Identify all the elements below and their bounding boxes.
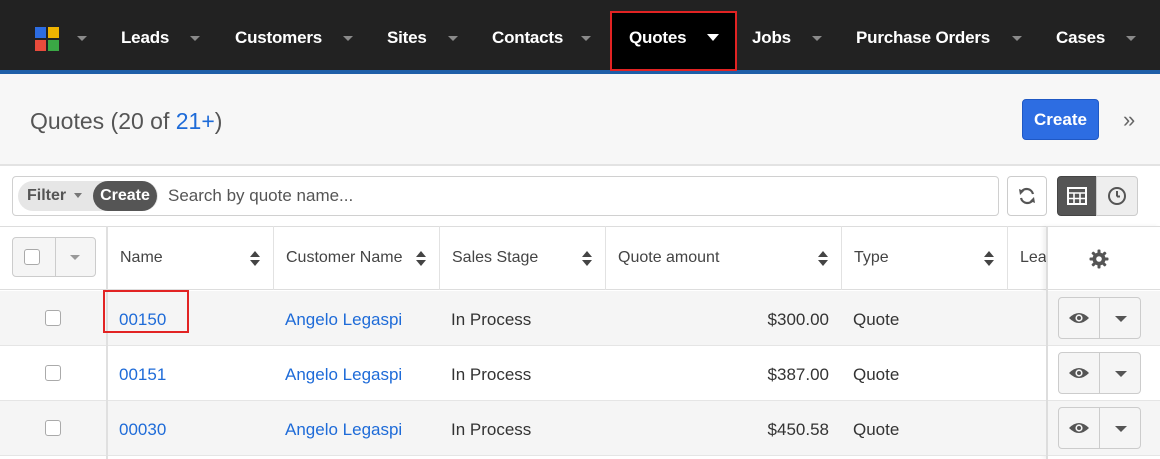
- row-checkbox[interactable]: [45, 310, 61, 326]
- logo-caret-icon[interactable]: [77, 36, 87, 41]
- eye-icon: [1069, 368, 1089, 378]
- table-grid-icon: [1067, 187, 1087, 205]
- preview-button[interactable]: [1058, 297, 1100, 339]
- row-checkbox[interactable]: [45, 420, 61, 436]
- create-filter-button[interactable]: Create: [93, 181, 157, 211]
- nav-item-jobs[interactable]: Jobs: [752, 28, 791, 48]
- record-count-link[interactable]: 21+: [176, 108, 215, 134]
- quote-amount-cell: $450.58: [767, 420, 829, 439]
- row-checkbox[interactable]: [45, 365, 61, 381]
- column-header-sales-stage[interactable]: Sales Stage: [452, 249, 538, 267]
- quote-amount-cell: $387.00: [767, 365, 829, 384]
- column-header-lead[interactable]: Lea: [1020, 249, 1047, 267]
- row-actions-dropdown[interactable]: [1099, 352, 1141, 394]
- sort-customer-name-icon[interactable]: [416, 251, 426, 267]
- nav-item-cases[interactable]: Cases: [1056, 28, 1105, 48]
- quote-amount-cell: $300.00: [767, 310, 829, 329]
- nav-caret-quotes-icon[interactable]: [707, 34, 719, 41]
- nav-item-purchase-orders[interactable]: Purchase Orders: [856, 28, 990, 48]
- column-separator: [273, 226, 274, 290]
- select-all-checkbox[interactable]: [24, 249, 40, 265]
- filter-dropdown[interactable]: Filter: [27, 187, 66, 205]
- sales-stage-cell: In Process: [451, 420, 532, 439]
- nav-caret-jobs-icon[interactable]: [812, 36, 822, 41]
- preview-button[interactable]: [1058, 407, 1100, 449]
- column-separator: [439, 226, 440, 290]
- nav-caret-cases-icon[interactable]: [1126, 36, 1136, 41]
- nav-caret-purchase-orders-icon[interactable]: [1012, 36, 1022, 41]
- nav-item-customers[interactable]: Customers: [235, 28, 322, 48]
- list-view-button[interactable]: [1057, 176, 1097, 216]
- column-header-type[interactable]: Type: [854, 249, 889, 267]
- nav-caret-sites-icon[interactable]: [448, 36, 458, 41]
- column-header-customer-name[interactable]: Customer Name: [286, 249, 402, 267]
- type-cell: Quote: [853, 310, 900, 329]
- gear-icon[interactable]: [1089, 249, 1109, 269]
- column-separator: [1007, 226, 1008, 290]
- row-actions-dropdown[interactable]: [1099, 407, 1141, 449]
- column-header-quote-amount[interactable]: Quote amount: [618, 249, 719, 267]
- toggle-sidebar-icon[interactable]: »: [1123, 107, 1135, 133]
- column-separator: [605, 226, 606, 290]
- nav-item-contacts[interactable]: Contacts: [492, 28, 563, 48]
- sort-type-icon[interactable]: [984, 251, 994, 267]
- filter-caret-icon[interactable]: [74, 193, 82, 198]
- nav-caret-customers-icon[interactable]: [343, 36, 353, 41]
- row-actions-dropdown[interactable]: [1099, 297, 1141, 339]
- nav-caret-contacts-icon[interactable]: [581, 36, 591, 41]
- refresh-button[interactable]: [1007, 176, 1047, 216]
- quote-name-link[interactable]: 00030: [119, 420, 166, 440]
- sales-stage-cell: In Process: [451, 365, 532, 384]
- type-cell: Quote: [853, 365, 900, 384]
- nav-item-sites[interactable]: Sites: [387, 28, 427, 48]
- sort-sales-stage-icon[interactable]: [582, 251, 592, 267]
- checkbox-column-separator: [106, 226, 108, 459]
- create-quote-button[interactable]: Create: [1022, 99, 1099, 140]
- customer-name-link[interactable]: Angelo Legaspi: [285, 365, 402, 385]
- column-header-name[interactable]: Name: [120, 249, 163, 267]
- mass-select-divider: [55, 238, 56, 276]
- quote-name-link[interactable]: 00151: [119, 365, 166, 385]
- activity-stream-button[interactable]: [1096, 176, 1138, 216]
- eye-icon: [1069, 423, 1089, 433]
- record-count-suffix: ): [214, 108, 223, 134]
- nav-caret-leads-icon[interactable]: [190, 36, 200, 41]
- record-count-prefix: (20 of: [110, 108, 176, 134]
- app-logo-icon[interactable]: [35, 27, 59, 51]
- sort-quote-amount-icon[interactable]: [818, 251, 828, 267]
- highlight-annotation: [103, 290, 189, 333]
- eye-icon: [1069, 313, 1089, 323]
- refresh-icon: [1019, 187, 1035, 205]
- mass-select-caret-icon[interactable]: [70, 255, 80, 260]
- nav-item-leads[interactable]: Leads: [121, 28, 169, 48]
- page-title: Quotes (20 of 21+): [30, 108, 222, 135]
- customer-name-link[interactable]: Angelo Legaspi: [285, 420, 402, 440]
- sort-name-icon[interactable]: [250, 251, 260, 267]
- page-title-text: Quotes: [30, 108, 105, 134]
- preview-button[interactable]: [1058, 352, 1100, 394]
- search-input[interactable]: [168, 182, 988, 210]
- type-cell: Quote: [853, 420, 900, 439]
- nav-item-quotes[interactable]: Quotes: [629, 28, 687, 48]
- clock-icon: [1108, 187, 1126, 205]
- customer-name-link[interactable]: Angelo Legaspi: [285, 310, 402, 330]
- sales-stage-cell: In Process: [451, 310, 532, 329]
- column-separator: [841, 226, 842, 290]
